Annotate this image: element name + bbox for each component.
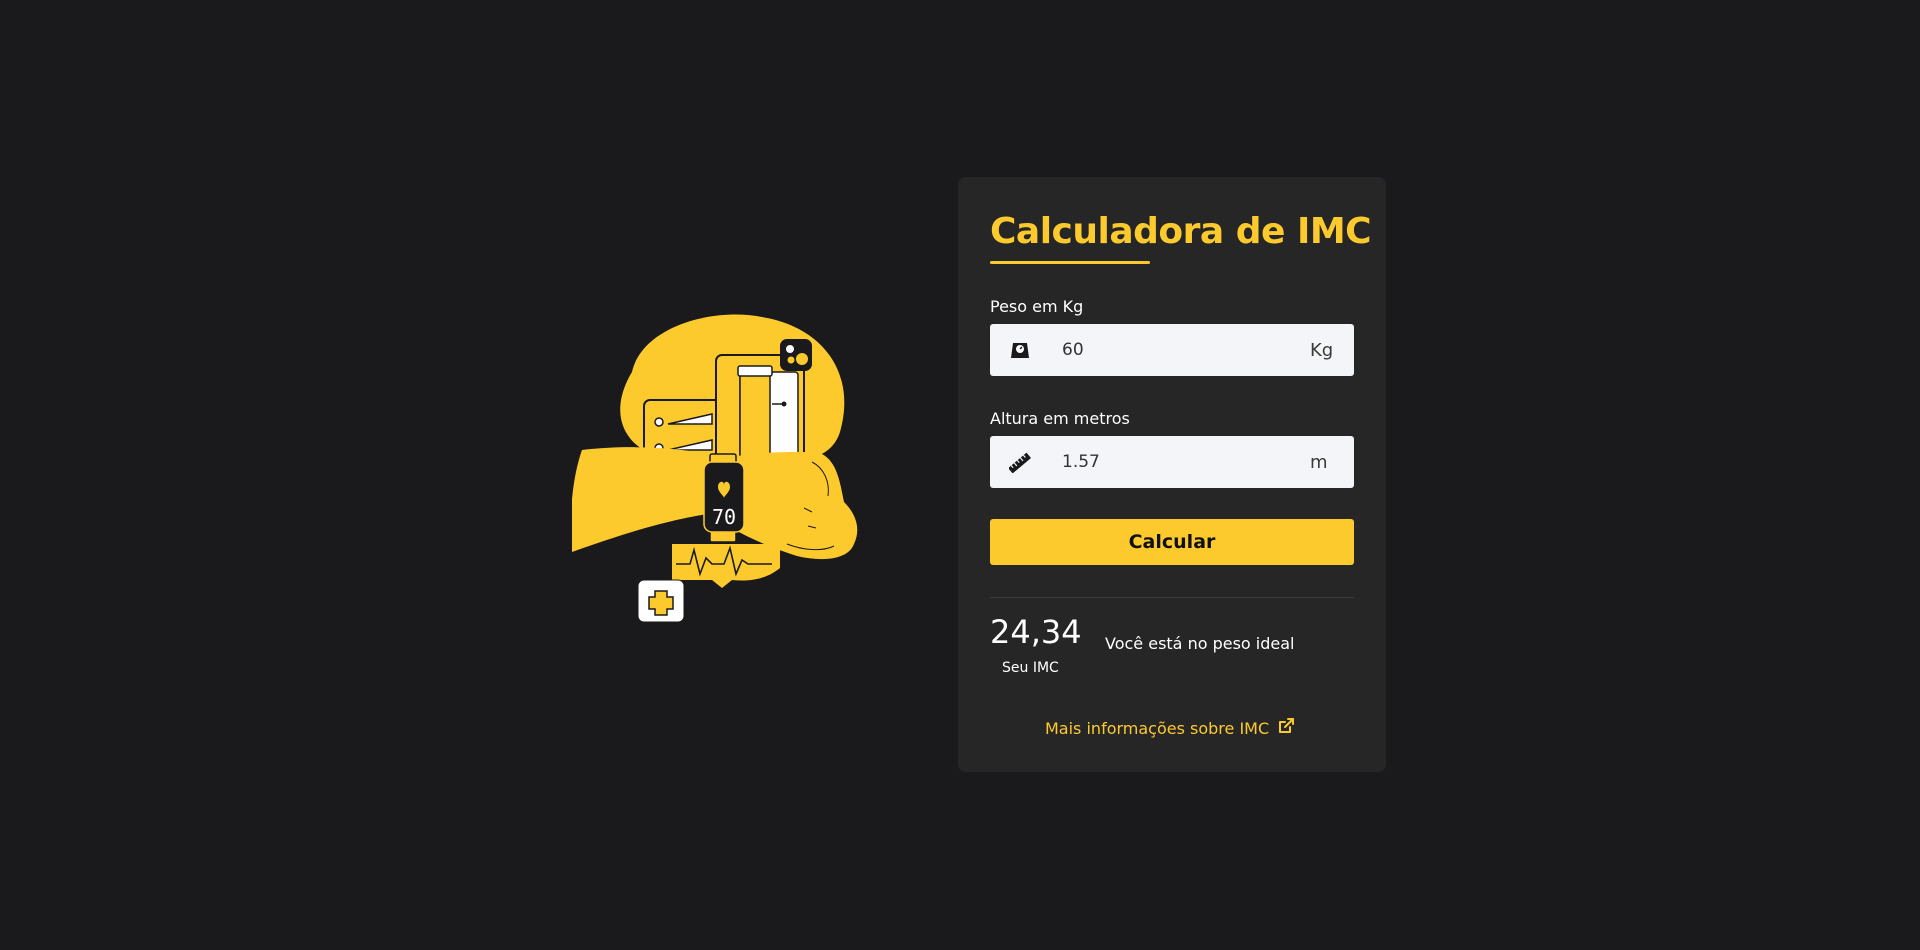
more-info-label: Mais informações sobre IMC xyxy=(1045,718,1270,738)
weight-input[interactable] xyxy=(1050,324,1310,376)
height-field[interactable]: m xyxy=(990,436,1354,488)
page-title: Calculadora de IMC xyxy=(990,211,1372,252)
bmi-result-caption: Seu IMC xyxy=(1002,660,1059,676)
page: 70 Calculadora de IMC Peso em Kg Kg Altu… xyxy=(0,0,1920,950)
more-info-link[interactable]: Mais informações sobre IMC xyxy=(1045,717,1295,739)
bmi-result-value: 24,34 xyxy=(990,613,1082,651)
weight-label: Peso em Kg xyxy=(990,297,1084,316)
weight-field[interactable]: Kg xyxy=(990,324,1354,376)
height-unit: m xyxy=(1310,451,1328,473)
calculate-button[interactable]: Calcular xyxy=(990,519,1354,565)
health-illustration: 70 xyxy=(572,314,858,623)
illustration-arm xyxy=(572,447,722,552)
external-link-icon xyxy=(1277,717,1295,739)
illustration-ecg-strip xyxy=(672,544,780,588)
ruler-icon xyxy=(990,436,1050,488)
weight-unit: Kg xyxy=(1310,339,1334,361)
height-label: Altura em metros xyxy=(990,409,1130,428)
watch-reading: 70 xyxy=(712,505,736,529)
title-underline xyxy=(990,261,1150,264)
bmi-calculator-card: Calculadora de IMC Peso em Kg Kg Altura … xyxy=(958,177,1386,772)
result-divider xyxy=(990,597,1354,598)
scale-icon xyxy=(990,324,1050,376)
bmi-result-message: Você está no peso ideal xyxy=(1105,634,1295,653)
height-input[interactable] xyxy=(1050,436,1310,488)
illustration-badge xyxy=(780,339,812,371)
